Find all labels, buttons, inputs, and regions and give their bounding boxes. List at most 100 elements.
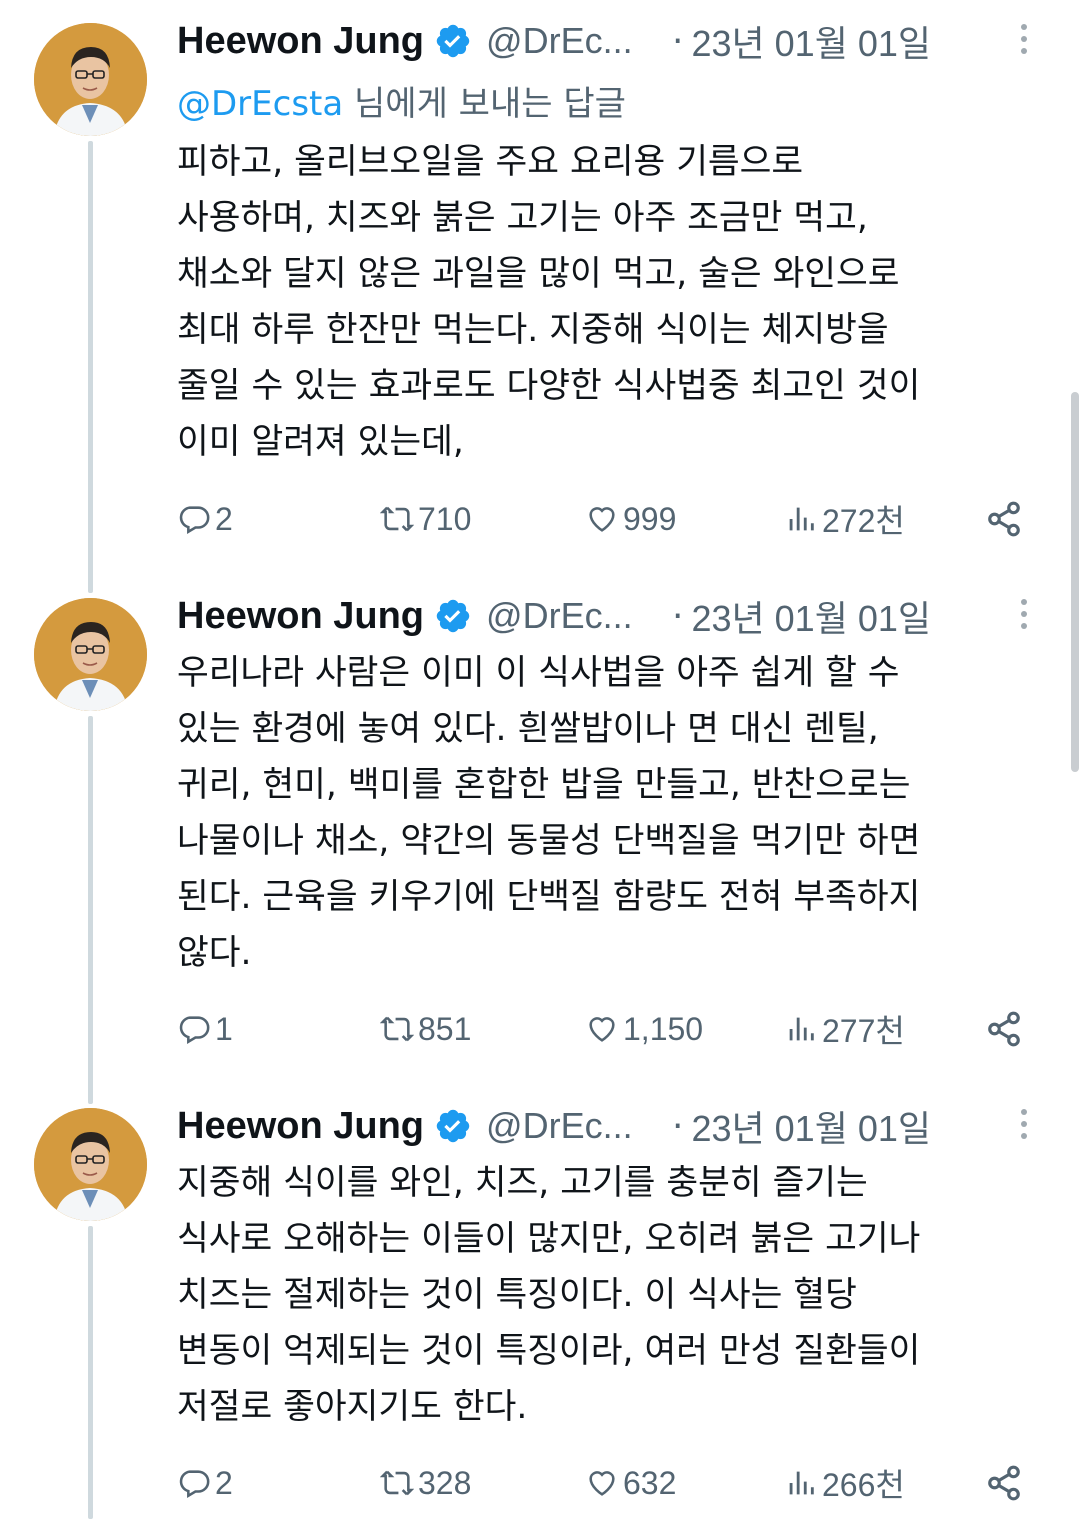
tweet-text-line: 줄일 수 있는 효과로도 다양한 식사법중 최고인 것이 (177, 366, 921, 406)
tweet-text: 지중해 식이를 와인, 치즈, 고기를 충분히 즐기는 식사로 오해하는 이들이… (177, 1155, 1029, 1435)
retweet-button[interactable]: 851 (380, 999, 471, 1059)
tweet-text: 피하고, 올리브오일을 주요 요리용 기름으로 사용하며, 치즈와 붉은 고기는… (177, 134, 1029, 470)
tweet-text-line: 피하고, 올리브오일을 주요 요리용 기름으로 (177, 142, 804, 182)
share-button[interactable] (985, 999, 1027, 1059)
tweet-actions: 1 851 1,150 277천 (177, 999, 1037, 1059)
profile-photo-icon (34, 1108, 147, 1221)
tweet-date[interactable]: 23년 01월 01일 (691, 15, 931, 67)
views-chart-icon (789, 1017, 814, 1041)
more-options-icon[interactable] (1019, 599, 1029, 635)
verified-badge-icon (436, 24, 470, 58)
tweet-date[interactable]: 23년 01월 01일 (691, 590, 931, 642)
tweet-text-line: 사용하며, 치즈와 붉은 고기는 아주 조금만 먹고, (177, 198, 868, 238)
tweet-text-line: 않다. (177, 933, 252, 973)
heart-icon (589, 507, 615, 532)
more-options-icon[interactable] (1019, 24, 1029, 60)
tweet-text-line: 있는 환경에 놓여 있다. 흰쌀밥이나 면 대신 렌틸, (177, 709, 879, 749)
tweet-actions: 2 328 632 266천 (177, 1453, 1037, 1513)
reply-count: 2 (215, 500, 233, 537)
verified-badge-icon (436, 1109, 470, 1143)
like-count: 1,150 (623, 1010, 704, 1047)
author-handle[interactable]: @DrEc... (486, 1105, 646, 1147)
tweet-header: Heewon Jung @DrEc... · 23년 01월 01일 (177, 589, 1039, 643)
reply-button[interactable]: 2 (177, 1453, 233, 1513)
like-button[interactable]: 632 (585, 1453, 676, 1513)
heart-icon (589, 1017, 615, 1042)
views-button[interactable]: 277천 (784, 999, 905, 1059)
tweet-thread: Heewon Jung @DrEc... · 23년 01월 01일 @DrEc… (0, 0, 1079, 1519)
views-button[interactable]: 272천 (784, 489, 905, 549)
views-button[interactable]: 266천 (784, 1453, 905, 1513)
avatar[interactable] (34, 23, 147, 136)
retweet-icon (380, 506, 414, 532)
author-handle[interactable]: @DrEc... (486, 20, 646, 62)
view-count: 272천 (822, 503, 905, 539)
reply-icon (179, 1470, 210, 1499)
tweet-actions: 2 710 999 272천 (177, 489, 1037, 549)
thread-connector-line (88, 141, 93, 593)
avatar[interactable] (34, 1108, 147, 1221)
tweet-text-line: 변동이 억제되는 것이 특징이라, 여러 만성 질환들이 (177, 1331, 921, 1371)
tweet-text-line: 된다. 근육을 키우기에 단백질 함량도 전혀 부족하지 (177, 877, 921, 917)
retweet-count: 851 (418, 1010, 472, 1047)
tweet-text-line: 식사로 오해하는 이들이 많지만, 오히려 붉은 고기나 (177, 1219, 921, 1259)
separator-dot: · (672, 20, 684, 62)
reply-button[interactable]: 2 (177, 489, 233, 549)
tweet-text: 우리나라 사람은 이미 이 식사법을 아주 쉽게 할 수 있는 환경에 놓여 있… (177, 645, 1029, 981)
reply-count: 2 (215, 1464, 233, 1501)
like-button[interactable]: 999 (585, 489, 676, 549)
tweet-text-line: 최대 하루 한잔만 먹는다. 지중해 식이는 체지방을 (177, 310, 889, 350)
verified-badge-icon (436, 599, 470, 633)
tweet[interactable]: Heewon Jung @DrEc... · 23년 01월 01일 우리나라 … (0, 575, 1079, 1104)
tweet-text-line: 귀리, 현미, 백미를 혼합한 밥을 만들고, 반찬으로는 (177, 765, 911, 805)
reply-mention-link[interactable]: @DrEcsta (177, 84, 343, 124)
tweet-text-line: 나물이나 채소, 약간의 동물성 단백질을 먹기만 하면 (177, 821, 921, 861)
share-button[interactable] (985, 489, 1027, 549)
retweet-button[interactable]: 710 (380, 489, 471, 549)
views-chart-icon (789, 507, 814, 531)
view-count: 277천 (822, 1013, 905, 1049)
reply-count: 1 (215, 1010, 233, 1047)
separator-dot: · (672, 595, 684, 637)
tweet[interactable]: Heewon Jung @DrEc... · 23년 01월 01일 @DrEc… (0, 0, 1079, 593)
author-name[interactable]: Heewon Jung (177, 20, 424, 63)
views-chart-icon (789, 1471, 814, 1495)
tweet[interactable]: Heewon Jung @DrEc... · 23년 01월 01일 지중해 식… (0, 1085, 1079, 1519)
retweet-icon (380, 1470, 414, 1496)
retweet-count: 710 (418, 500, 472, 537)
scrollbar[interactable] (1071, 392, 1079, 772)
retweet-icon (380, 1016, 414, 1042)
retweet-count: 328 (418, 1464, 472, 1501)
thread-connector-line (88, 716, 93, 1104)
retweet-button[interactable]: 328 (380, 1453, 471, 1513)
share-icon (988, 1465, 1020, 1501)
tweet-text-line: 저절로 좋아지기도 한다. (177, 1387, 528, 1427)
reply-icon (179, 506, 210, 535)
share-button[interactable] (985, 1453, 1027, 1513)
tweet-date[interactable]: 23년 01월 01일 (691, 1100, 931, 1152)
author-name[interactable]: Heewon Jung (177, 595, 424, 638)
more-options-icon[interactable] (1019, 1109, 1029, 1145)
reply-button[interactable]: 1 (177, 999, 233, 1059)
reply-icon (179, 1016, 210, 1045)
tweet-header: Heewon Jung @DrEc... · 23년 01월 01일 (177, 1099, 1039, 1153)
like-count: 999 (623, 500, 677, 537)
author-name[interactable]: Heewon Jung (177, 1105, 424, 1148)
tweet-text-line: 우리나라 사람은 이미 이 식사법을 아주 쉽게 할 수 (177, 653, 900, 693)
heart-icon (589, 1471, 615, 1496)
avatar[interactable] (34, 598, 147, 711)
separator-dot: · (672, 1105, 684, 1147)
reply-to-suffix: 님에게 보내는 답글 (343, 84, 626, 124)
share-icon (988, 501, 1020, 537)
view-count: 266천 (822, 1467, 905, 1503)
like-button[interactable]: 1,150 (585, 999, 703, 1059)
profile-photo-icon (34, 598, 147, 711)
author-handle[interactable]: @DrEc... (486, 595, 646, 637)
like-count: 632 (623, 1464, 677, 1501)
tweet-text-line: 이미 알려져 있는데, (177, 422, 464, 462)
thread-connector-line (88, 1226, 93, 1519)
tweet-text-line: 채소와 달지 않은 과일을 많이 먹고, 술은 와인으로 (177, 254, 900, 294)
profile-photo-icon (34, 23, 147, 136)
tweet-header: Heewon Jung @DrEc... · 23년 01월 01일 (177, 14, 1039, 68)
tweet-text-line: 지중해 식이를 와인, 치즈, 고기를 충분히 즐기는 (177, 1163, 868, 1203)
